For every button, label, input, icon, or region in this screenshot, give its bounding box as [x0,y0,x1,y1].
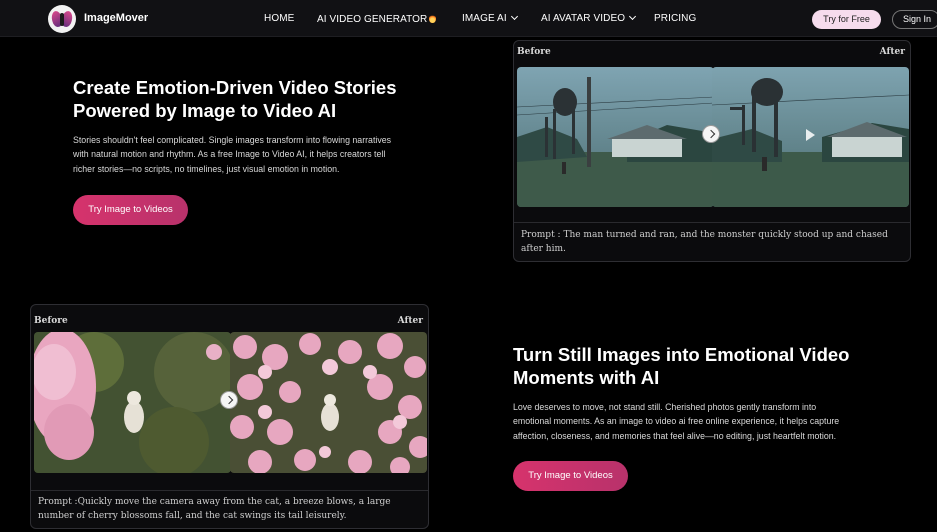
nav-image-ai[interactable]: IMAGE AI [462,12,518,24]
try-image-to-videos-button[interactable]: Try Image to Videos [73,195,188,225]
demo-card-cat: Before After Prompt:Quickly move the ca… [30,304,429,529]
section2-body-line3: affection, closeness, and memories that … [513,430,837,441]
sign-in-button[interactable]: Sign In [892,10,937,29]
prompt-line2: number of cherry blossoms fall, and the … [38,511,347,521]
section2-title: Turn Still Images into Emotional Video M… [513,343,849,389]
section2-title-line1: Turn Still Images into Emotional Video [513,344,850,365]
nav-pricing-label: PRICING [654,13,697,24]
section2-description: Love deserves to move, not stand still. … [513,400,839,443]
section2-title-line2: Moments with AI [513,367,660,388]
section1-body-line3: richer stories—no scripts, no timelines,… [73,163,340,174]
brand-name[interactable]: ImageMover [84,12,148,24]
nav-ai-video-generator-label: AI VIDEO GENERATOR [317,14,428,25]
nav-pricing[interactable]: PRICING [654,13,696,24]
section2-body-line1: Love deserves to move, not stand still. … [513,402,817,412]
arrow-right-icon[interactable] [702,125,720,143]
prompt-text: Prompt : The man turned and ran, and the… [521,228,888,256]
before-label: Before [517,47,551,57]
section1-body-line1: Stories shouldn't feel complicated. Sing… [73,135,392,145]
chevron-down-icon [629,12,637,21]
logo-icon[interactable] [48,5,76,33]
after-image [230,332,427,473]
before-label: Before [34,316,68,326]
section1-title: Create Emotion-Driven Video Stories Powe… [73,76,397,122]
demo-card-monster: Before After Prompt: The man turned and… [513,40,911,262]
nav-ai-avatar-video-label: AI AVATAR VIDEO [541,13,626,24]
after-label: After [397,316,423,326]
try-image-to-videos-button[interactable]: Try Image to Videos [513,461,628,491]
section1-body-line2: with natural motion and rhythm. As a fre… [73,149,386,160]
prompt-line1: Prompt :Quickly move the camera away fro… [38,497,391,507]
prompt-line1: Prompt : The man turned and ran, and the… [521,230,888,240]
section2-body-line2: emotional moments. As an image to video … [513,416,840,427]
fire-icon [429,14,437,23]
section1-description: Stories shouldn't feel complicated. Sing… [73,133,391,176]
before-image [517,67,714,207]
prompt-text: Prompt :Quickly move the camera away fro… [38,495,391,523]
nav-ai-avatar-video[interactable]: AI AVATAR VIDEO [541,12,637,24]
try-for-free-button[interactable]: Try for Free [812,10,881,29]
nav-image-ai-label: IMAGE AI [462,13,507,24]
prompt-divider [31,490,428,491]
top-navbar: ImageMover HOME AI VIDEO GENERATOR IMAGE… [0,0,937,37]
prompt-divider [514,222,910,223]
nav-home[interactable]: HOME [264,13,294,24]
chevron-down-icon [510,12,518,21]
after-label: After [879,47,905,57]
nav-ai-video-generator[interactable]: AI VIDEO GENERATOR [317,13,437,25]
nav-home-label: HOME [264,13,295,24]
arrow-right-icon[interactable] [220,391,238,409]
section1-title-line1: Create Emotion-Driven Video Stories [73,77,397,98]
prompt-line2: after him. [521,244,566,254]
play-icon[interactable] [806,129,815,141]
section1-title-line2: Powered by Image to Video AI [73,100,337,121]
before-image [34,332,231,473]
